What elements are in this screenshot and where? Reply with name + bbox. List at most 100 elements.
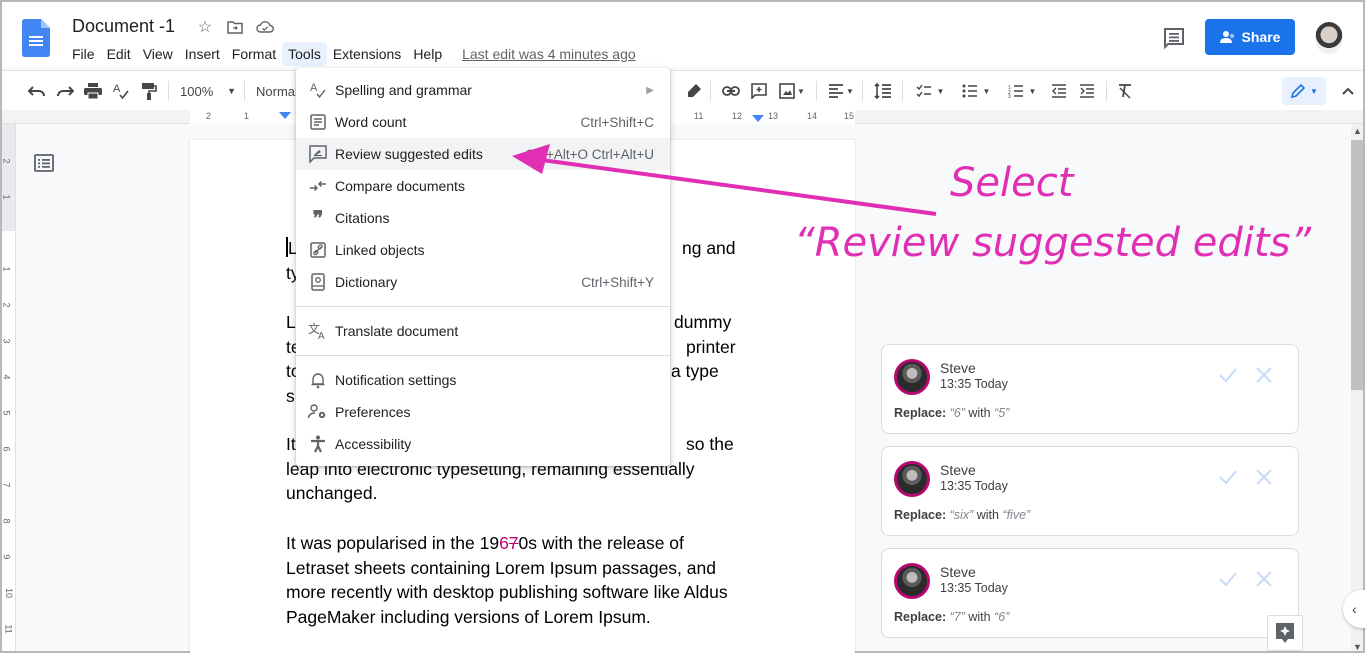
suggestion-to: “5” (994, 406, 1010, 420)
menu-help[interactable]: Help (407, 42, 448, 66)
menu-edit[interactable]: Edit (101, 42, 137, 66)
vertical-ruler[interactable]: 2 1 1 2 3 4 5 6 7 8 9 10 11 (2, 124, 16, 651)
menu-item-review-suggested-edits[interactable]: Review suggested edits Ctrl+Alt+O Ctrl+A… (296, 138, 670, 170)
pencil-icon (1290, 83, 1306, 99)
explore-button[interactable] (1267, 615, 1303, 651)
reject-suggestion-icon[interactable] (1254, 467, 1274, 487)
suggestion-from: “7” (949, 610, 965, 624)
line-spacing-icon[interactable] (872, 79, 894, 103)
menu-item-label: Accessibility (335, 436, 412, 452)
undo-icon[interactable] (26, 79, 48, 103)
ruler-label: 10 (4, 587, 15, 599)
share-button[interactable]: Share (1205, 19, 1295, 55)
menu-item-label: Dictionary (335, 274, 398, 290)
zoom-value: 100% (180, 83, 214, 99)
collapse-menus-icon[interactable] (1338, 79, 1358, 103)
suggestion-card[interactable]: Steve 13:35 Today Replace: “7” with “6” (881, 548, 1299, 638)
menu-file[interactable]: File (66, 42, 101, 66)
suggestion-body: Replace: “7” with “6” (894, 610, 1009, 624)
increase-indent-icon[interactable] (1076, 79, 1098, 103)
suggestion-body: Replace: “6” with “5” (894, 406, 1009, 420)
menu-item-preferences[interactable]: Preferences (296, 396, 670, 428)
docs-logo-icon[interactable] (22, 19, 50, 57)
document-title[interactable]: Document -1 (72, 16, 175, 37)
menu-item-label: Linked objects (335, 242, 425, 258)
paint-format-icon[interactable] (138, 79, 160, 103)
menu-item-translate-document[interactable]: 文A Translate document (296, 315, 670, 347)
add-comment-icon[interactable] (748, 79, 770, 103)
move-folder-icon[interactable] (225, 17, 245, 37)
side-panel-toggle-icon[interactable]: ‹ (1343, 590, 1365, 628)
right-indent-marker[interactable] (752, 115, 764, 123)
text-fragment: unchanged. (286, 483, 378, 503)
quote-icon: ❞ (312, 206, 324, 230)
scroll-down-icon[interactable]: ▼ (1353, 642, 1362, 652)
accept-suggestion-icon[interactable] (1218, 365, 1238, 385)
suggested-deletion[interactable]: 7 (509, 533, 519, 553)
checklist-icon[interactable]: ▼ (912, 79, 948, 103)
suggestion-card[interactable]: Steve 13:35 Today Replace: “6” with “5” (881, 344, 1299, 434)
zoom-select[interactable]: 100% ▼ (180, 79, 236, 103)
avatar (894, 461, 930, 497)
scroll-up-icon[interactable]: ▲ (1353, 126, 1362, 136)
align-icon[interactable]: ▼ (826, 79, 856, 103)
suggested-insertion[interactable]: 6 (499, 533, 509, 553)
paragraph-4[interactable]: It was popularised in the 19670s with th… (286, 531, 766, 629)
chevron-down-icon: ▼ (1310, 86, 1318, 96)
menu-item-dictionary[interactable]: Dictionary Ctrl+Shift+Y (296, 266, 670, 298)
menu-extensions[interactable]: Extensions (327, 42, 407, 66)
scrollbar-thumb[interactable] (1351, 140, 1363, 390)
annotation-text: Select (950, 160, 1074, 206)
suggestion-card[interactable]: Steve 13:35 Today Replace: “six” with “f… (881, 446, 1299, 536)
translate-icon: 文A (308, 321, 328, 341)
link-icon[interactable] (720, 79, 742, 103)
menu-item-label: Notification settings (335, 372, 457, 388)
reject-suggestion-icon[interactable] (1254, 569, 1274, 589)
svg-text:3: 3 (1008, 94, 1011, 98)
menu-insert[interactable]: Insert (179, 42, 226, 66)
editing-mode-select[interactable]: ▼ (1282, 77, 1326, 105)
last-edit-link[interactable]: Last edit was 4 minutes ago (462, 46, 636, 62)
menu-view[interactable]: View (137, 42, 179, 66)
account-avatar[interactable] (1315, 22, 1343, 54)
spellcheck-icon[interactable]: A (110, 79, 132, 103)
linked-objects-icon (308, 240, 328, 260)
menu-item-accessibility[interactable]: Accessibility (296, 428, 670, 460)
suggestion-with: with (968, 406, 991, 420)
suggestion-time: 13:35 Today (940, 479, 1008, 493)
style-select[interactable]: Normal (256, 79, 298, 103)
decrease-indent-icon[interactable] (1048, 79, 1070, 103)
toolbar-divider (816, 81, 817, 101)
document-outline-icon[interactable] (34, 154, 54, 172)
ruler-label: 11 (3, 624, 14, 634)
ruler-label: 11 (694, 111, 704, 121)
clear-formatting-icon[interactable] (1114, 79, 1136, 103)
menu-item-notification-settings[interactable]: Notification settings (296, 364, 670, 396)
menu-item-label: Spelling and grammar (335, 82, 472, 98)
reject-suggestion-icon[interactable] (1254, 365, 1274, 385)
numbered-list-icon[interactable]: 123 ▼ (1004, 79, 1040, 103)
print-icon[interactable] (82, 79, 104, 103)
menu-format[interactable]: Format (226, 42, 282, 66)
insert-image-icon[interactable]: ▼ (776, 79, 808, 103)
menu-tools[interactable]: Tools (282, 42, 327, 66)
menu-item-label: Compare documents (335, 178, 465, 194)
redo-icon[interactable] (54, 79, 76, 103)
highlight-icon[interactable] (684, 79, 704, 103)
accept-suggestion-icon[interactable] (1218, 569, 1238, 589)
star-icon[interactable]: ☆ (195, 17, 215, 37)
ruler-label: 15 (844, 111, 855, 121)
menu-item-spelling-grammar[interactable]: A Spelling and grammar ▶ (296, 74, 670, 106)
dictionary-icon (308, 272, 328, 292)
menu-item-citations[interactable]: ❞ Citations (296, 202, 670, 234)
comment-history-icon[interactable] (1162, 26, 1186, 50)
bulleted-list-icon[interactable]: ▼ (958, 79, 994, 103)
menu-item-compare-documents[interactable]: Compare documents (296, 170, 670, 202)
horizontal-ruler[interactable]: 2 1 11 12 13 14 15 (2, 110, 1363, 124)
menu-item-word-count[interactable]: Word count Ctrl+Shift+C (296, 106, 670, 138)
suggestion-action: Replace: (894, 610, 947, 624)
left-indent-marker[interactable] (279, 112, 291, 120)
cloud-saved-icon[interactable] (255, 17, 275, 37)
accept-suggestion-icon[interactable] (1218, 467, 1238, 487)
menu-item-linked-objects[interactable]: Linked objects (296, 234, 670, 266)
